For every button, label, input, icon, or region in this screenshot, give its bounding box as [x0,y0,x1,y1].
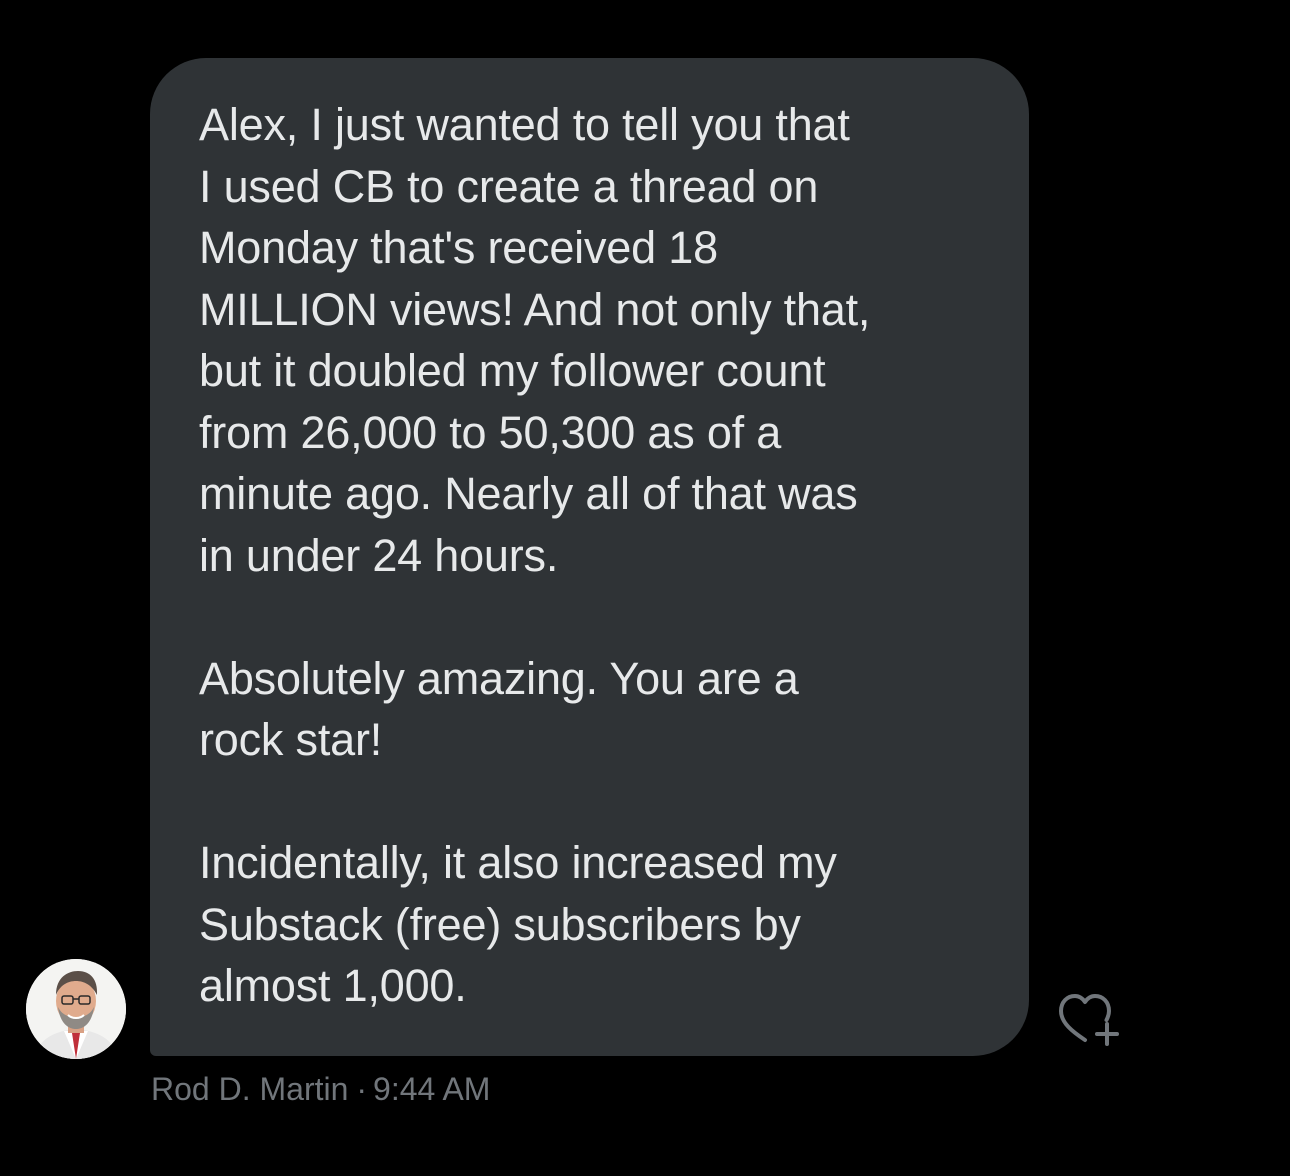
message-timestamp: 9:44 AM [373,1071,491,1107]
message-meta: Rod D. Martin · 9:44 AM [151,1069,490,1109]
message-bubble[interactable]: Alex, I just wanted to tell you that I u… [150,58,1029,1056]
message-paragraph: Incidentally, it also increased my Subst… [199,837,837,1011]
heart-plus-icon [1059,994,1119,1046]
message-paragraph: Absolutely amazing. You are a rock star! [199,652,799,766]
meta-separator: · [356,1071,368,1107]
avatar-photo [26,959,126,1059]
avatar[interactable] [26,959,126,1059]
add-reaction-button[interactable] [1055,990,1125,1050]
message-paragraph: Alex, I just wanted to tell you that I u… [199,99,871,581]
sender-name[interactable]: Rod D. Martin [151,1071,348,1107]
